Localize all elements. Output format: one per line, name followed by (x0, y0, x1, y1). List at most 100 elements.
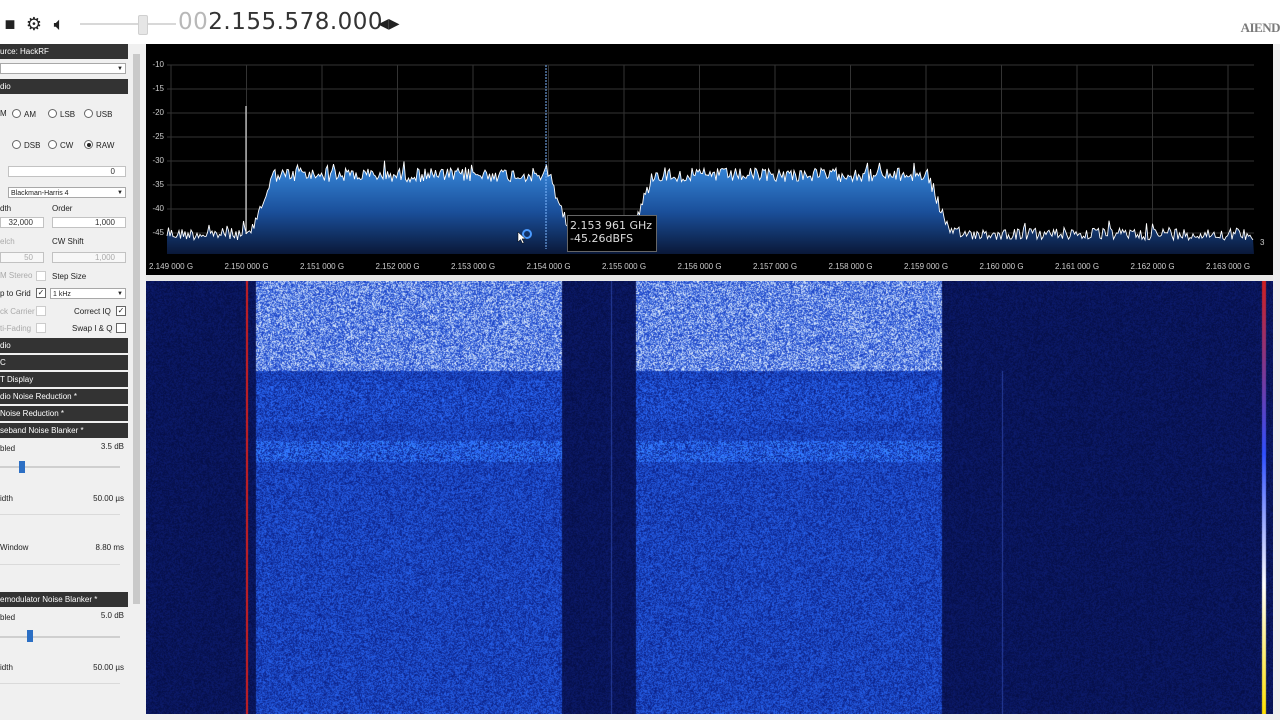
radio-am[interactable] (12, 109, 21, 118)
x-tick-label: 2.159 000 G (904, 262, 949, 271)
speaker-icon[interactable]: 🔈︎ (49, 14, 69, 34)
cw-shift-spinner[interactable]: 1,000 (52, 252, 126, 263)
radio-usb[interactable] (84, 109, 93, 118)
section-agc[interactable]: C (0, 355, 128, 370)
nb1-window-value: 8.80 ms (95, 543, 124, 552)
tooltip-level: -45.26dBFS (570, 232, 634, 245)
spectrum-plot[interactable] (146, 44, 1273, 275)
section-audio[interactable]: dio (0, 338, 128, 353)
x-tick-label: 2.150 000 G (224, 262, 269, 271)
correct-iq-checkbox[interactable]: ✓ (116, 306, 126, 316)
volume-slider-thumb[interactable] (138, 15, 148, 35)
mode-label: M (0, 109, 7, 118)
panel-scrollbar[interactable] (131, 44, 142, 716)
gear-icon[interactable]: ⚙ (24, 14, 44, 34)
section-if-noise-reduction[interactable]: Noise Reduction * (0, 406, 128, 421)
stop-icon[interactable]: ■ (0, 14, 20, 34)
nb2-enabled-label: bled (0, 613, 16, 622)
mode-cw[interactable]: CW (48, 140, 73, 150)
nb1-width-track[interactable] (0, 514, 120, 515)
anti-fading-checkbox[interactable] (36, 323, 46, 333)
snap-to-grid-label: p to Grid (0, 289, 31, 298)
y-tick-label: -15 (152, 84, 164, 93)
nb2-threshold-value: 5.0 dB (100, 611, 124, 620)
source-header[interactable]: urce: HackRF (0, 44, 128, 59)
step-size-value: 1 kHz (53, 291, 71, 298)
volume-slider-track[interactable] (80, 23, 176, 25)
nb1-window-label: Window (0, 543, 29, 552)
logo: AIEND (1240, 20, 1280, 35)
y-tick-label: -45 (152, 228, 164, 237)
filter-order-spinner[interactable]: 1,000 (52, 217, 126, 228)
nb2-width-value: 50.00 µs (93, 663, 124, 672)
order-label: Order (52, 204, 73, 213)
radio-header[interactable]: dio (0, 79, 128, 94)
tooltip-frequency: 2.153 961 GHz (570, 219, 653, 232)
mode-lsb[interactable]: LSB (48, 109, 75, 119)
fm-stereo-checkbox[interactable] (36, 271, 46, 281)
y-tick-label: -10 (152, 60, 164, 69)
x-tick-label: 2.158 000 G (828, 262, 873, 271)
window-value: Blackman-Harris 4 (11, 190, 69, 197)
nb1-enabled-label: bled (0, 444, 16, 453)
swap-iq-checkbox[interactable] (116, 323, 126, 333)
x-tick-label: 2.151 000 G (300, 262, 345, 271)
y-tick-label: -35 (152, 180, 164, 189)
waterfall-canvas[interactable] (146, 281, 1273, 714)
nb2-width-track[interactable] (0, 683, 120, 684)
x-tick-label: 2.153 000 G (451, 262, 496, 271)
frequency-display[interactable]: 002.155.578.000 (178, 9, 383, 35)
frequency-prefix: 00 (178, 9, 209, 35)
chevron-down-icon: ▼ (117, 66, 123, 72)
x-tick-label: 2.149 000 G (149, 262, 194, 271)
squelch-label: elch (0, 237, 15, 246)
step-size-combo[interactable]: 1 kHz ▼ (50, 288, 126, 299)
snap-to-grid-checkbox[interactable]: ✓ (36, 288, 46, 298)
left-right-arrows-icon[interactable]: ◀▶ (378, 15, 400, 32)
radio-raw[interactable] (84, 140, 93, 149)
x-tick-label: 2.156 000 G (677, 262, 722, 271)
radio-cw[interactable] (48, 140, 57, 149)
lock-carrier-label: ck Carrier (0, 307, 35, 316)
x-tick-label: 2.157 000 G (753, 262, 798, 271)
frequency-value: 2.155.578.000 (208, 9, 384, 35)
side-number: 3 (1260, 238, 1265, 247)
y-tick-label: -20 (152, 108, 164, 117)
radio-lsb[interactable] (48, 109, 57, 118)
nb2-threshold-thumb[interactable] (27, 630, 33, 642)
section-fft-display[interactable]: T Display (0, 372, 128, 387)
squelch-spinner[interactable]: 50 (0, 252, 44, 263)
radio-dsb[interactable] (12, 140, 21, 149)
nb1-threshold-thumb[interactable] (18, 461, 25, 473)
filter-width-spinner[interactable]: 32,000 (0, 217, 44, 228)
correct-iq-label: Correct IQ (74, 307, 111, 316)
toolbar: ■ ⚙ 🔈︎ 002.155.578.000 ◀▶ AIEND (0, 0, 1280, 44)
mode-raw[interactable]: RAW (84, 140, 114, 150)
section-baseband-noise-blanker[interactable]: seband Noise Blanker * (0, 423, 128, 438)
fm-stereo-label: M Stereo (0, 271, 33, 280)
nb1-window-track[interactable] (0, 564, 120, 565)
shift-spinner[interactable]: 0 (8, 166, 126, 177)
section-audio-noise-reduction[interactable]: dio Noise Reduction * (0, 389, 128, 404)
window-combo[interactable]: Blackman-Harris 4 ▼ (8, 187, 126, 198)
filter-width-label: dth (0, 204, 12, 213)
nb1-width-label: idth (0, 494, 13, 503)
x-tick-label: 2.161 000 G (1055, 262, 1100, 271)
mode-dsb[interactable]: DSB (12, 140, 40, 150)
x-tick-label: 2.163 000 G (1206, 262, 1251, 271)
lock-carrier-checkbox[interactable] (36, 306, 46, 316)
chevron-down-icon: ▼ (117, 291, 123, 297)
y-tick-label: -40 (152, 204, 164, 213)
waterfall-display[interactable] (146, 281, 1273, 714)
mode-am[interactable]: AM (12, 109, 36, 119)
source-combo[interactable]: ▼ (0, 63, 126, 74)
x-tick-label: 2.154 000 G (526, 262, 571, 271)
nb2-threshold-track[interactable] (0, 636, 120, 638)
step-size-label: Step Size (52, 272, 87, 281)
spectrum-analyzer[interactable]: -10 -15 -20 -25 -30 -35 -40 -45 2.149 000 G 2.15… (146, 44, 1273, 275)
nb2-width-label: idth (0, 663, 13, 672)
section-demod-noise-blanker[interactable]: emodulator Noise Blanker * (0, 592, 128, 607)
frequency-tooltip: 2.153 961 GHz -45.26dBFS (567, 215, 657, 252)
panel-scrollbar-thumb[interactable] (133, 54, 140, 604)
mode-usb[interactable]: USB (84, 109, 112, 119)
